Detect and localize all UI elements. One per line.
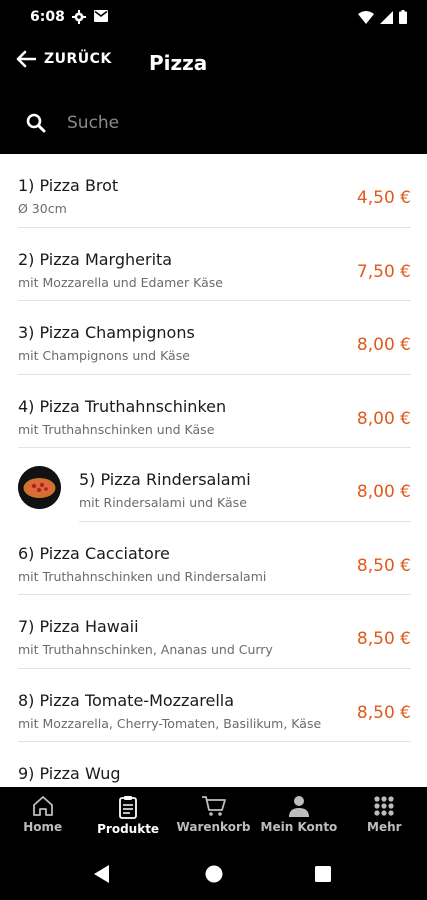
- nav-label: Produkte: [97, 822, 160, 836]
- product-row[interactable]: 8) Pizza Tomate-Mozzarella mit Mozzarell…: [0, 669, 427, 742]
- product-row[interactable]: 2) Pizza Margherita mit Mozzarella und E…: [0, 228, 427, 301]
- status-time: 6:08: [30, 9, 65, 25]
- product-row[interactable]: 4) Pizza Truthahnschinken mit Truthahnsc…: [0, 375, 427, 448]
- product-title: 9) Pizza Wug: [18, 764, 121, 783]
- arrow-left-icon: [16, 50, 36, 68]
- product-description: mit Rindersalami und Käse: [79, 495, 247, 510]
- home-circle-icon[interactable]: [205, 865, 223, 883]
- product-description: mit Mozzarella, Cherry-Tomaten, Basiliku…: [18, 715, 322, 731]
- product-price: 8,00 €: [356, 335, 411, 355]
- product-price: 8,50 €: [356, 702, 411, 723]
- nav-label: Home: [23, 820, 63, 834]
- product-title: 8) Pizza Tomate-Mozzarella: [18, 690, 235, 710]
- bottom-nav: Home Produkte Warenkorb Mein Konto Mehr: [0, 787, 427, 847]
- nav-mehr[interactable]: Mehr: [342, 787, 427, 847]
- product-price: 8,50 €: [356, 555, 411, 576]
- product-title: 4) Pizza Truthahnschinken: [18, 396, 227, 416]
- product-title: 3) Pizza Champignons: [18, 323, 195, 342]
- product-description: mit Truthahnschinken und Käse: [18, 421, 215, 437]
- product-row[interactable]: 3) Pizza Champignons mit Champignons und…: [0, 301, 427, 375]
- nav-label: Warenkorb: [176, 820, 251, 834]
- product-description: Ø 30cm: [18, 201, 67, 216]
- home-icon: [32, 796, 53, 816]
- signal-icon: [380, 10, 393, 24]
- product-row[interactable]: 5) Pizza Rindersalami mit Rindersalami u…: [0, 448, 427, 522]
- product-price: 8,00 €: [356, 482, 411, 502]
- page-title: Pizza: [149, 51, 208, 75]
- mail-icon: [94, 10, 108, 22]
- app-bar: ZURÜCK Pizza: [0, 36, 427, 92]
- product-title: 2) Pizza Margherita: [18, 249, 173, 269]
- product-title: 5) Pizza Rindersalami: [79, 470, 251, 489]
- product-description: mit Mozzarella und Edamer Käse: [18, 274, 223, 290]
- grid-icon: [374, 796, 394, 816]
- product-description: mit Truthahnschinken, Ananas und Curry: [18, 642, 273, 657]
- nav-home[interactable]: Home: [0, 787, 85, 847]
- nav-label: Mein Konto: [260, 820, 338, 834]
- back-button[interactable]: ZURÜCK: [16, 50, 112, 68]
- pizza-thumbnail: [18, 466, 61, 509]
- wifi-icon: [358, 10, 374, 24]
- nav-warenkorb[interactable]: Warenkorb: [171, 787, 256, 847]
- search-icon: [26, 113, 46, 133]
- back-triangle-icon[interactable]: [94, 865, 110, 883]
- nav-mein-konto[interactable]: Mein Konto: [256, 787, 341, 847]
- product-price: 7,50 €: [356, 261, 411, 282]
- recents-square-icon[interactable]: [315, 866, 331, 882]
- product-title: 1) Pizza Brot: [18, 176, 119, 195]
- nav-produkte[interactable]: Produkte: [85, 787, 170, 847]
- product-row[interactable]: 9) Pizza Wug: [0, 742, 427, 787]
- battery-icon: [399, 10, 407, 24]
- nav-label: Mehr: [367, 820, 402, 834]
- settings-icon: [72, 10, 86, 24]
- product-row[interactable]: 1) Pizza Brot Ø 30cm 4,50 €: [0, 154, 427, 228]
- product-price: 4,50 €: [356, 188, 411, 208]
- search-input[interactable]: [60, 108, 400, 138]
- cart-icon: [201, 796, 226, 816]
- user-icon: [288, 796, 309, 817]
- clipboard-icon: [119, 796, 138, 819]
- product-title: 7) Pizza Hawaii: [18, 617, 139, 636]
- back-label: ZURÜCK: [44, 51, 112, 67]
- product-title: 6) Pizza Cacciatore: [18, 543, 170, 563]
- product-row[interactable]: 7) Pizza Hawaii mit Truthahnschinken, An…: [0, 595, 427, 669]
- search-bar: [0, 92, 427, 154]
- product-price: 8,00 €: [356, 408, 411, 429]
- system-navigation-bar: [0, 847, 427, 900]
- product-description: mit Truthahnschinken und Rindersalami: [18, 568, 267, 584]
- product-row[interactable]: 6) Pizza Cacciatore mit Truthahnschinken…: [0, 522, 427, 595]
- product-price: 8,50 €: [356, 629, 411, 649]
- product-list[interactable]: 1) Pizza Brot Ø 30cm 4,50 € 2) Pizza Mar…: [0, 154, 427, 787]
- status-bar: 6:08: [0, 0, 427, 36]
- product-description: mit Champignons und Käse: [18, 348, 190, 363]
